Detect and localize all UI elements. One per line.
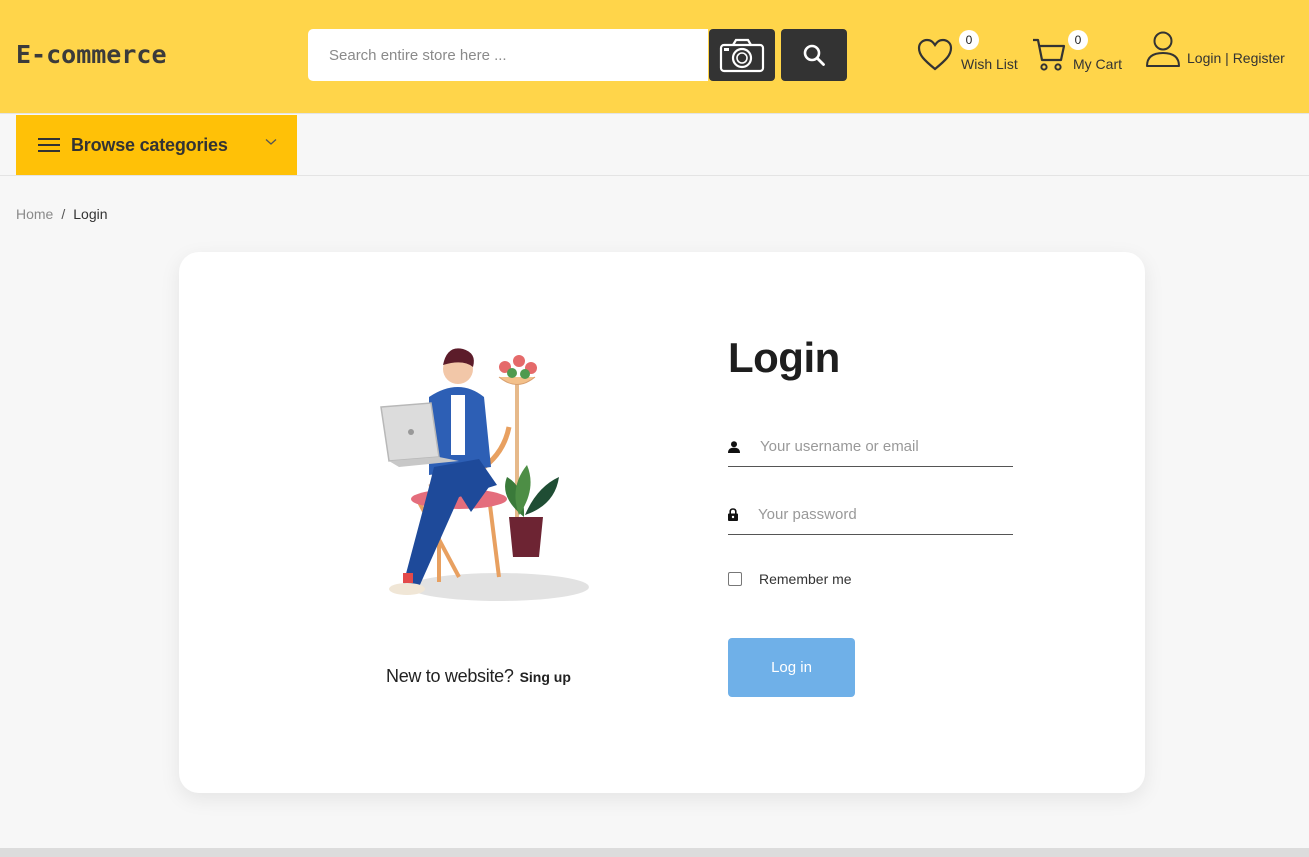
signup-prompt: New to website? Sing up <box>386 666 571 687</box>
remember-me-option[interactable]: Remember me <box>728 571 852 587</box>
login-submit-button[interactable]: Log in <box>728 638 855 697</box>
chevron-down-icon <box>265 139 277 145</box>
account-links: Login | Register <box>1145 30 1285 68</box>
search-input[interactable] <box>308 29 708 81</box>
breadcrumb-separator: / <box>61 206 66 222</box>
signup-link[interactable]: Sing up <box>520 669 571 685</box>
search-button[interactable] <box>781 29 847 81</box>
category-navbar: Browse categories <box>0 113 1309 176</box>
site-logo[interactable]: E-commerce <box>16 40 167 69</box>
search-icon <box>803 44 825 66</box>
user-icon <box>728 440 740 453</box>
login-title: Login <box>728 334 840 381</box>
lock-icon <box>728 508 738 521</box>
wishlist-link[interactable]: 0 Wish List <box>916 30 1018 72</box>
breadcrumb-current: Login <box>73 206 108 222</box>
password-field <box>728 495 1013 535</box>
password-input[interactable] <box>758 506 1008 523</box>
heart-icon <box>917 38 953 71</box>
site-header: E-commerce 0 Wish List 0 My Cart <box>0 0 1309 113</box>
new-to-website-text: New to website? <box>386 666 514 686</box>
wishlist-count-badge: 0 <box>959 30 979 50</box>
browse-categories-label: Browse categories <box>71 134 228 155</box>
hamburger-icon <box>38 138 60 152</box>
cart-label: My Cart <box>1073 56 1122 72</box>
remember-me-label: Remember me <box>759 571 852 587</box>
username-field <box>728 427 1013 467</box>
register-link[interactable]: Register <box>1233 50 1285 66</box>
login-card: New to website? Sing up Login Remember m… <box>179 252 1145 793</box>
account-separator: | <box>1221 50 1233 66</box>
cart-icon <box>1033 38 1066 71</box>
breadcrumb: Home / Login <box>16 206 108 222</box>
person-with-laptop-illustration <box>380 348 589 601</box>
image-search-button[interactable] <box>709 29 775 81</box>
username-input[interactable] <box>760 438 1010 455</box>
breadcrumb-home-link[interactable]: Home <box>16 206 53 222</box>
cart-link[interactable]: 0 My Cart <box>1032 30 1122 72</box>
account-text: Login | Register <box>1187 50 1285 66</box>
remember-me-checkbox[interactable] <box>728 572 742 586</box>
footer-divider <box>0 848 1309 857</box>
user-icon <box>1146 31 1180 67</box>
login-link[interactable]: Login <box>1187 50 1221 66</box>
cart-count-badge: 0 <box>1068 30 1088 50</box>
camera-icon <box>719 38 765 73</box>
wishlist-label: Wish List <box>961 56 1018 72</box>
browse-categories-button[interactable]: Browse categories <box>16 115 297 175</box>
